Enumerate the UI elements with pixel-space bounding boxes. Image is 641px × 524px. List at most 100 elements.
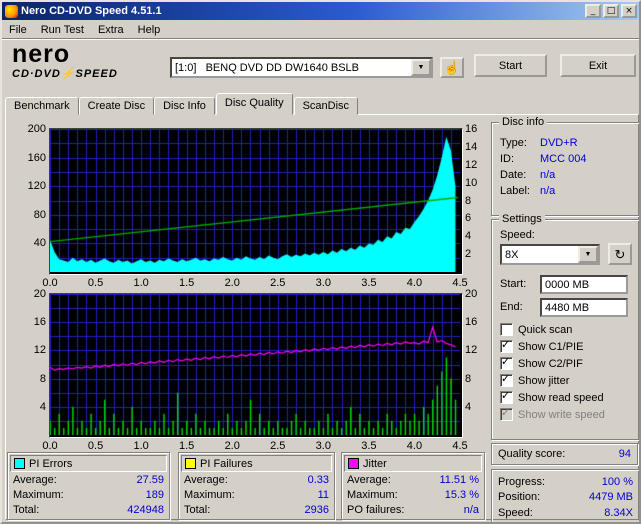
drive-pick-button[interactable]: ☝ bbox=[440, 57, 464, 78]
checkbox-show-write-speed[interactable]: ✓ Show write speed bbox=[500, 406, 635, 423]
speed-select-value: 8X bbox=[502, 249, 578, 261]
title-bar: Nero CD-DVD Speed 4.51.1 _ □ × bbox=[2, 2, 639, 20]
y-axis-tick: 14 bbox=[465, 141, 489, 153]
disc-info-label: ID: bbox=[500, 153, 540, 165]
stat-value: 189 bbox=[146, 488, 164, 503]
check-icon: ✓ bbox=[501, 389, 510, 402]
stat-box-jitter: JitterAverage:11.51 %Maximum:15.3 %PO fa… bbox=[341, 452, 485, 520]
y-axis-tick: 120 bbox=[14, 180, 46, 192]
speed-select[interactable]: 8X ▼ bbox=[500, 244, 600, 265]
tab-disc-quality[interactable]: Disc Quality bbox=[216, 93, 293, 115]
maximize-button[interactable]: □ bbox=[603, 4, 619, 18]
y-axis-tick: 20 bbox=[14, 288, 46, 300]
window-title: Nero CD-DVD Speed 4.51.1 bbox=[21, 5, 585, 17]
progress-value: 8.34X bbox=[604, 507, 633, 519]
checkbox-box[interactable]: ✓ bbox=[500, 340, 513, 353]
checkbox-show-read-speed[interactable]: ✓Show read speed bbox=[500, 389, 635, 406]
y-axis-tick: 2 bbox=[465, 248, 489, 260]
checkbox-label: Quick scan bbox=[518, 324, 572, 336]
x-axis-tick: 0.5 bbox=[83, 277, 109, 289]
refresh-speed-button[interactable]: ↻ bbox=[608, 243, 632, 265]
checkbox-box[interactable]: ✓ bbox=[500, 408, 513, 421]
y-axis-tick: 12 bbox=[465, 159, 489, 171]
disc-info-value: n/a bbox=[540, 185, 555, 197]
y-axis-tick: 12 bbox=[465, 344, 489, 356]
tab-disc-info[interactable]: Disc Info bbox=[154, 97, 215, 115]
checkbox-show-jitter[interactable]: ✓ Show jitter bbox=[500, 372, 635, 389]
tab-scandisc[interactable]: ScanDisc bbox=[294, 97, 358, 115]
window-controls: _ □ × bbox=[585, 4, 637, 18]
y-axis-tick: 8 bbox=[14, 373, 46, 385]
logo-cddvd-text: CD·DVD bbox=[12, 68, 61, 80]
x-axis-tick: 3.5 bbox=[356, 440, 382, 452]
y-axis-tick: 6 bbox=[465, 212, 489, 224]
checkbox-box[interactable] bbox=[500, 323, 513, 336]
checkbox-label: Show write speed bbox=[518, 409, 605, 421]
y-axis-tick: 16 bbox=[465, 316, 489, 328]
menu-item-help[interactable]: Help bbox=[131, 22, 168, 38]
stat-row: Average:27.59 bbox=[8, 473, 169, 488]
stat-value: 0.33 bbox=[308, 473, 329, 488]
menu-item-extra[interactable]: Extra bbox=[91, 22, 131, 38]
pi-errors-swatch-icon bbox=[14, 458, 25, 469]
chevron-down-icon[interactable]: ▼ bbox=[411, 59, 431, 76]
start-button[interactable]: Start bbox=[474, 54, 547, 77]
pi-errors-chart bbox=[49, 128, 463, 275]
stat-label: Average: bbox=[13, 473, 57, 488]
checkbox-box[interactable]: ✓ bbox=[500, 357, 513, 370]
progress-row: Progress: 100 % bbox=[498, 476, 633, 488]
exit-button[interactable]: Exit bbox=[560, 54, 636, 77]
stat-label: Maximum: bbox=[13, 488, 64, 503]
disc-info-value: n/a bbox=[540, 169, 555, 181]
progress-label: Progress: bbox=[498, 476, 545, 488]
stat-label: Average: bbox=[184, 473, 228, 488]
start-position-field[interactable] bbox=[540, 275, 628, 294]
refresh-icon: ↻ bbox=[615, 247, 626, 262]
checkbox-show-c1-pie[interactable]: ✓Show C1/PIE bbox=[500, 338, 635, 355]
disc-info-row: Date:n/a bbox=[500, 167, 635, 183]
tab-create-disc[interactable]: Create Disc bbox=[79, 97, 154, 115]
disc-info-row: Type:DVD+R bbox=[500, 135, 635, 151]
settings-legend: Settings bbox=[499, 213, 545, 225]
stat-value: 424948 bbox=[127, 503, 164, 518]
check-icon: ✓ bbox=[501, 406, 510, 419]
stat-label: Maximum: bbox=[347, 488, 398, 503]
y-axis-tick: 4 bbox=[465, 230, 489, 242]
y-axis-tick: 12 bbox=[14, 344, 46, 356]
stat-row: Maximum:15.3 % bbox=[342, 488, 484, 503]
checkbox-show-c2-pif[interactable]: ✓Show C2/PIF bbox=[500, 355, 635, 372]
menu-bar: FileRun TestExtraHelp bbox=[2, 20, 639, 40]
progress-value: 100 % bbox=[602, 476, 633, 488]
speed-label: Speed: bbox=[500, 229, 535, 241]
disc-info-legend: Disc info bbox=[499, 116, 547, 128]
checkbox-box[interactable]: ✓ bbox=[500, 391, 513, 404]
stat-label: PO failures: bbox=[347, 503, 404, 518]
x-axis-tick: 1.0 bbox=[128, 440, 154, 452]
drive-selector[interactable]: [1:0] BENQ DVD DD DW1640 BSLB ▼ bbox=[170, 57, 433, 78]
disc-info-group: Disc info Type:DVD+RID:MCC 004Date:n/aLa… bbox=[491, 122, 640, 216]
jitter-pif-chart bbox=[49, 293, 463, 438]
chevron-down-icon[interactable]: ▼ bbox=[578, 246, 598, 263]
stat-row: PO failures:n/a bbox=[342, 503, 484, 518]
y-axis-tick: 200 bbox=[14, 123, 46, 135]
close-button[interactable]: × bbox=[621, 4, 637, 18]
progress-label: Position: bbox=[498, 491, 540, 503]
x-axis-tick: 3.0 bbox=[310, 277, 336, 289]
progress-row: Position: 4479 MB bbox=[498, 491, 633, 503]
progress-row: Speed:8.34X bbox=[498, 507, 633, 519]
checkbox-box[interactable]: ✓ bbox=[500, 374, 513, 387]
x-axis-tick: 2.0 bbox=[219, 440, 245, 452]
checkbox-quick-scan[interactable]: Quick scan bbox=[500, 321, 635, 338]
menu-item-file[interactable]: File bbox=[2, 22, 34, 38]
y-axis-tick: 8 bbox=[465, 195, 489, 207]
menu-item-run-test[interactable]: Run Test bbox=[34, 22, 91, 38]
y-axis-tick: 20 bbox=[465, 288, 489, 300]
checkbox-label: Show jitter bbox=[518, 375, 569, 387]
nero-logo-subtitle: CD·DVD⚡SPEED bbox=[12, 69, 118, 80]
tab-benchmark[interactable]: Benchmark bbox=[5, 97, 79, 115]
x-axis-tick: 2.5 bbox=[265, 440, 291, 452]
quality-score-value: 94 bbox=[619, 448, 631, 460]
end-position-field[interactable] bbox=[540, 298, 628, 317]
progress-value: 4479 MB bbox=[589, 491, 633, 503]
minimize-button[interactable]: _ bbox=[585, 4, 601, 18]
